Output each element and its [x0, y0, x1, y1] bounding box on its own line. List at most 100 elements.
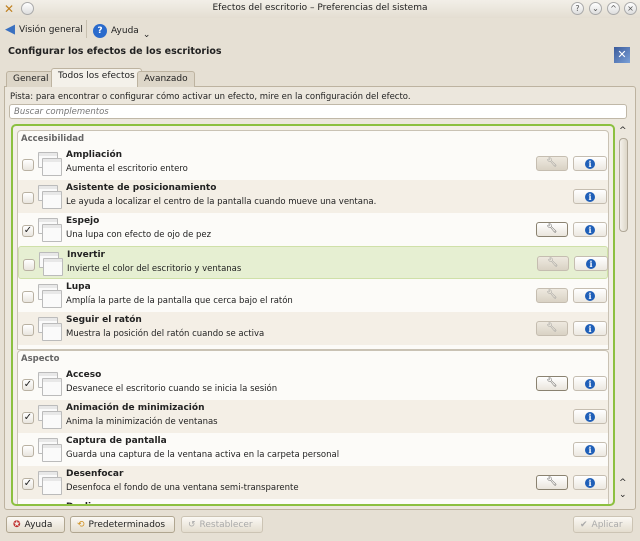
enable-checkbox[interactable]: ✓ — [22, 412, 34, 424]
info-button[interactable]: i — [573, 321, 607, 336]
effect-name: Espejo — [66, 216, 100, 226]
wrench-icon: 🔧︎ — [546, 323, 558, 333]
help-label: Ayuda — [111, 26, 139, 36]
apply-button-label: Aplicar — [591, 519, 623, 530]
effect-name: Lupa — [66, 282, 91, 292]
window-icon — [36, 282, 64, 310]
info-button[interactable]: i — [573, 376, 607, 391]
back-arrow-icon: ◀ — [5, 22, 15, 37]
window-icon — [36, 502, 64, 504]
page-title: Configurar los efectos de los escritorio… — [8, 46, 222, 57]
effects-list: Accesibilidad Ampliación Aumenta el escr… — [11, 124, 615, 506]
group-title: Aspecto — [21, 354, 60, 364]
effect-row[interactable]: Seguir el ratón Muestra la posición del … — [18, 312, 608, 345]
effect-row[interactable]: Invertir Invierte el color del escritori… — [18, 246, 608, 279]
info-button[interactable]: i — [573, 189, 607, 204]
chevron-down-icon: ⌄ — [142, 30, 151, 40]
window-icon — [36, 370, 64, 398]
overview-button[interactable]: ◀ Visión general — [5, 22, 83, 37]
info-button[interactable]: i — [573, 288, 607, 303]
effect-description: Guarda una captura de la ventana activa … — [66, 450, 340, 460]
desktop-effects-icon: ✕ — [614, 47, 630, 63]
effect-row[interactable]: ✓ Desenfocar Desenfoca el fondo de una v… — [18, 466, 608, 499]
wrench-icon: 🔧︎ — [546, 224, 558, 234]
enable-checkbox[interactable] — [22, 192, 34, 204]
tab-advanced[interactable]: Avanzado — [137, 71, 195, 87]
effect-name: Seguir el ratón — [66, 315, 142, 325]
info-button[interactable]: i — [573, 475, 607, 490]
window-icon — [36, 216, 64, 244]
effect-name: Ampliación — [66, 150, 123, 160]
window-icon — [36, 315, 64, 343]
effect-description: Anima la minimización de ventanas — [66, 417, 218, 427]
enable-checkbox[interactable]: ✓ — [22, 379, 34, 391]
help-window-button[interactable]: ? — [571, 2, 584, 15]
window-icon — [36, 150, 64, 178]
scroll-down-icon[interactable]: ⌄ — [619, 490, 627, 500]
toolbar: ◀ Visión general ? Ayuda ⌄ — [0, 18, 640, 40]
effect-description: Muestra la posición del ratón cuando se … — [66, 329, 265, 339]
effect-name: Asistente de posicionamiento — [66, 183, 217, 193]
enable-checkbox[interactable] — [22, 445, 34, 457]
enable-checkbox[interactable] — [23, 259, 35, 271]
help-lifebuoy-icon: ✪ — [13, 519, 21, 530]
effect-row[interactable]: ✓ Acceso Desvanece el escritorio cuando … — [18, 367, 608, 400]
effect-row[interactable]: Asistente de posicionamiento Le ayuda a … — [18, 180, 608, 213]
info-button[interactable]: i — [574, 256, 608, 271]
effect-row[interactable]: Captura de pantalla Guarda una captura d… — [18, 433, 608, 466]
configure-button[interactable]: 🔧︎ — [536, 156, 568, 171]
info-button[interactable]: i — [573, 222, 607, 237]
enable-checkbox[interactable]: ✓ — [22, 478, 34, 490]
effect-row[interactable]: Deslizar i — [18, 499, 608, 504]
window-icon — [36, 469, 64, 497]
help-icon: ? — [93, 24, 107, 38]
configure-button[interactable]: 🔧︎ — [537, 256, 569, 271]
wrench-icon: 🔧︎ — [546, 378, 558, 388]
configure-button[interactable]: 🔧︎ — [536, 376, 568, 391]
overview-label: Visión general — [19, 24, 83, 35]
enable-checkbox[interactable] — [22, 291, 34, 303]
configure-button[interactable]: 🔧︎ — [536, 475, 568, 490]
help-menu-button[interactable]: ? Ayuda ⌄ — [93, 22, 150, 40]
configure-button[interactable]: 🔧︎ — [536, 222, 568, 237]
effect-description: Invierte el color del escritorio y venta… — [67, 264, 242, 274]
scrollbar[interactable]: ^ ^ ⌄ — [617, 126, 631, 506]
window-icon — [36, 436, 64, 464]
effect-row[interactable]: ✓ Espejo Una lupa con efecto de ojo de p… — [18, 213, 608, 246]
enable-checkbox[interactable]: ✓ — [22, 225, 34, 237]
tab-all-effects[interactable]: Todos los efectos — [51, 68, 142, 87]
info-icon: i — [586, 259, 596, 269]
effect-row[interactable]: Ampliación Aumenta el escritorio entero … — [18, 147, 608, 180]
effect-group: Aspecto ✓ Acceso Desvanece el escritorio … — [17, 350, 609, 504]
scroll-up-icon[interactable]: ^ — [619, 126, 627, 136]
effect-name: Invertir — [67, 250, 105, 260]
enable-checkbox[interactable] — [22, 159, 34, 171]
apply-button[interactable]: ✔ Aplicar — [573, 516, 633, 533]
effect-row[interactable]: ✓ Animación de minimización Anima la min… — [18, 400, 608, 433]
close-button[interactable]: × — [624, 2, 637, 15]
minimize-button[interactable]: ⌄ — [589, 2, 602, 15]
info-icon: i — [585, 478, 595, 488]
effect-description: Amplía la parte de la pantalla que cerca… — [66, 296, 293, 306]
info-button[interactable]: i — [573, 156, 607, 171]
defaults-button[interactable]: ⟲ Predeterminados — [70, 516, 175, 533]
maximize-button[interactable]: ^ — [607, 2, 620, 15]
configure-button[interactable]: 🔧︎ — [536, 321, 568, 336]
window-title: Efectos del escritorio – Preferencias de… — [212, 3, 428, 13]
scrollbar-thumb[interactable] — [619, 138, 628, 232]
info-icon: i — [585, 192, 595, 202]
scroll-up-bottom-icon[interactable]: ^ — [619, 478, 627, 488]
help-button[interactable]: ✪ Ayuda — [6, 516, 65, 533]
info-icon: i — [585, 379, 595, 389]
info-button[interactable]: i — [573, 442, 607, 457]
window-icon — [36, 183, 64, 211]
info-icon: i — [585, 159, 595, 169]
reset-button[interactable]: ↺ Restablecer — [181, 516, 263, 533]
enable-checkbox[interactable] — [22, 324, 34, 336]
search-input[interactable] — [9, 104, 627, 119]
wrench-icon: 🔧︎ — [546, 158, 558, 168]
tab-general[interactable]: General — [6, 71, 56, 87]
configure-button[interactable]: 🔧︎ — [536, 288, 568, 303]
effect-row[interactable]: Lupa Amplía la parte de la pantalla que … — [18, 279, 608, 312]
info-button[interactable]: i — [573, 409, 607, 424]
